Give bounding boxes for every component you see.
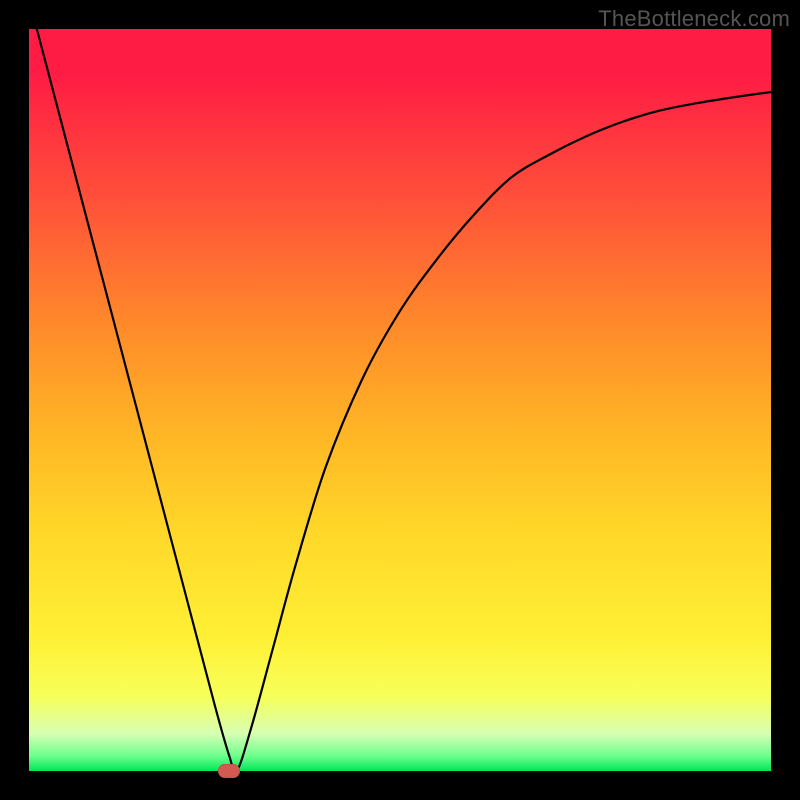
bottleneck-marker (218, 764, 240, 778)
plot-area (29, 29, 771, 771)
chart-frame: TheBottleneck.com (0, 0, 800, 800)
watermark-text: TheBottleneck.com (598, 6, 790, 32)
